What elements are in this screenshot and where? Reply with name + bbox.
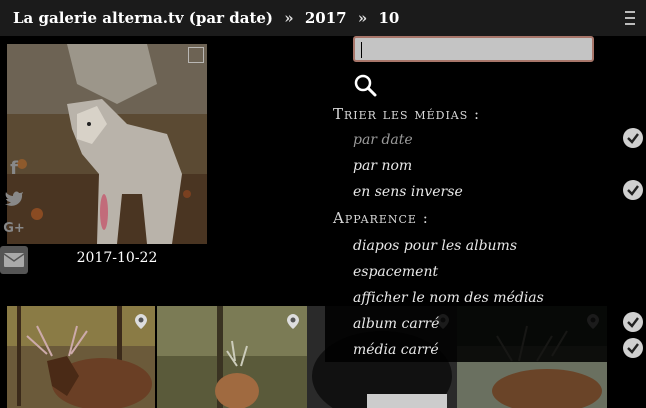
appearance-option-square-album[interactable]: album carré [353, 316, 439, 332]
facebook-icon[interactable]: f [0, 154, 28, 182]
appearance-option-album-slides[interactable]: diapos pour les albums [353, 238, 517, 254]
breadcrumb-month[interactable]: 10 [378, 9, 399, 27]
menu-icon[interactable] [622, 10, 638, 26]
appearance-section-title: Apparence : [333, 209, 429, 227]
options-panel: Trier les médias : par date par nom en s… [325, 36, 646, 362]
breadcrumb-separator: » [357, 9, 368, 27]
social-share-bar: f G+ [0, 152, 30, 274]
twitter-icon[interactable] [0, 184, 28, 212]
expand-icon[interactable] [188, 47, 204, 63]
appearance-option-square-media[interactable]: média carré [353, 342, 439, 358]
location-pin-icon [135, 314, 147, 329]
googleplus-icon[interactable]: G+ [0, 214, 28, 242]
media-thumbnail[interactable] [7, 306, 155, 408]
breadcrumb-gallery[interactable]: La galerie alterna.tv (par date) [13, 9, 273, 27]
album-thumbnail[interactable] [7, 44, 207, 244]
top-bar: La galerie alterna.tv (par date) » 2017 … [0, 0, 646, 36]
sort-option-date[interactable]: par date [353, 132, 413, 148]
album-caption: 2017-10-22 [76, 250, 158, 266]
text-caret [361, 42, 362, 58]
sort-option-reverse[interactable]: en sens inverse [353, 184, 463, 200]
appearance-option-spacing[interactable]: espacement [353, 264, 438, 280]
location-pin-icon [287, 314, 299, 329]
breadcrumb-year[interactable]: 2017 [305, 9, 347, 27]
sort-option-name[interactable]: par nom [353, 158, 412, 174]
breadcrumb: La galerie alterna.tv (par date) » 2017 … [13, 9, 399, 27]
check-icon [623, 128, 643, 148]
breadcrumb-separator: » [284, 9, 294, 27]
check-icon [623, 312, 643, 332]
check-icon [623, 338, 643, 358]
check-icon [623, 180, 643, 200]
wolf-image [7, 44, 207, 244]
appearance-option-show-names[interactable]: afficher le nom des médias [353, 290, 544, 306]
email-icon[interactable] [0, 246, 28, 274]
search-input[interactable] [353, 36, 594, 62]
sort-section-title: Trier les médias : [333, 105, 481, 123]
media-thumbnail[interactable] [157, 306, 307, 408]
search-icon[interactable] [353, 73, 377, 97]
